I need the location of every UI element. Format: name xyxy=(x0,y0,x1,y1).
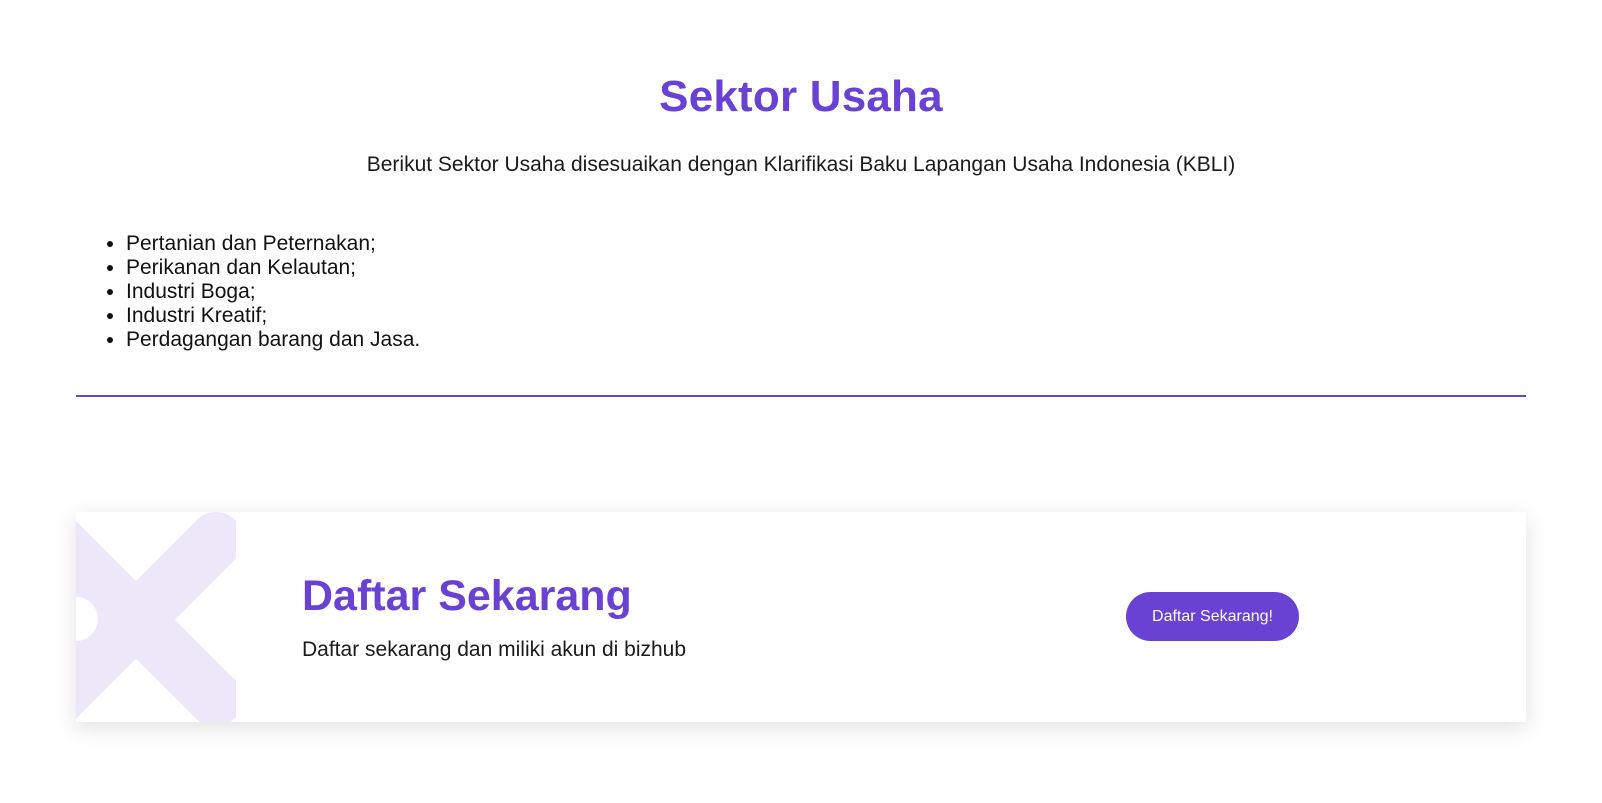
section-subtitle: Berikut Sektor Usaha disesuaikan dengan … xyxy=(366,153,1236,176)
list-item: Pertanian dan Peternakan; xyxy=(126,232,420,256)
list-item: Perdagangan barang dan Jasa. xyxy=(126,328,420,352)
cta-text: Daftar sekarang dan miliki akun di bizhu… xyxy=(302,638,687,661)
x-shape-icon xyxy=(76,512,236,722)
sector-list: Pertanian dan Peternakan; Perikanan dan … xyxy=(104,232,420,352)
list-item: Industri Boga; xyxy=(126,280,420,304)
section-divider xyxy=(76,395,1526,397)
list-item: Industri Kreatif; xyxy=(126,304,420,328)
register-button[interactable]: Daftar Sekarang! xyxy=(1126,592,1299,641)
cta-card: Daftar Sekarang Daftar sekarang dan mili… xyxy=(76,512,1526,722)
page: Sektor Usaha Berikut Sektor Usaha disesu… xyxy=(0,0,1602,803)
list-item: Perikanan dan Kelautan; xyxy=(126,256,420,280)
cta-title: Daftar Sekarang xyxy=(302,572,632,620)
section-title: Sektor Usaha xyxy=(659,72,943,121)
